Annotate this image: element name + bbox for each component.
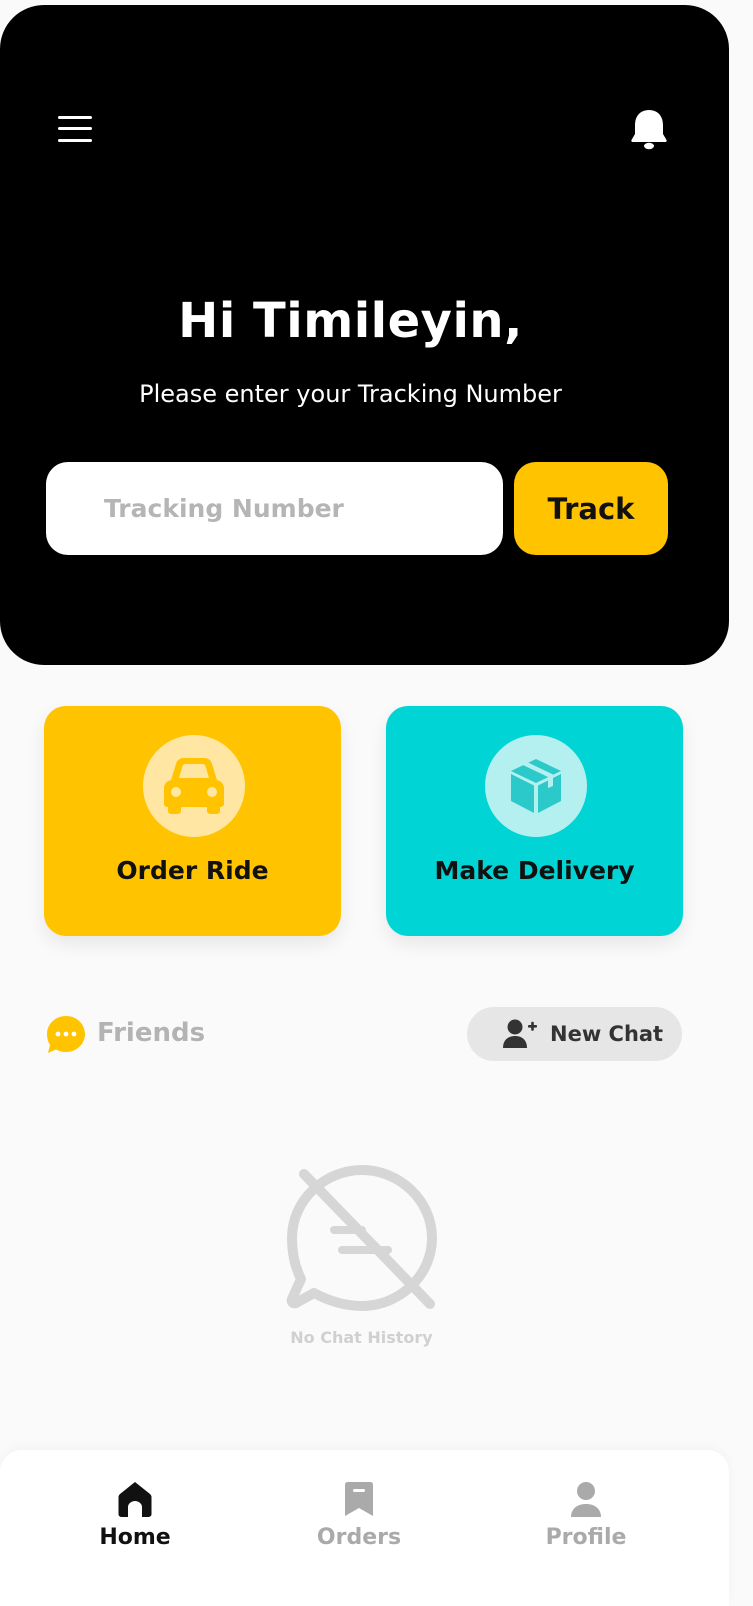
package-icon: [511, 759, 561, 813]
package-icon-circle: [485, 735, 587, 837]
empty-chat-text: No Chat History: [290, 1328, 433, 1347]
greeting-title: Hi Timileyin,: [178, 293, 523, 349]
car-icon-circle: [143, 735, 245, 837]
nav-home-label: Home: [99, 1525, 171, 1550]
friends-title: Friends: [97, 1018, 206, 1048]
bottom-nav: Home Orders Profile: [0, 1450, 729, 1606]
add-user-icon: [503, 1019, 537, 1048]
nav-orders[interactable]: Orders: [279, 1480, 439, 1570]
nav-orders-label: Orders: [316, 1525, 402, 1550]
bookmark-icon: [345, 1482, 373, 1516]
make-delivery-card[interactable]: Make Delivery: [386, 706, 683, 936]
nav-profile[interactable]: Profile: [506, 1480, 666, 1570]
make-delivery-label: Make Delivery: [434, 856, 635, 885]
car-icon: [164, 758, 224, 814]
track-button[interactable]: Track: [514, 462, 668, 555]
user-icon: [571, 1482, 601, 1517]
nav-profile-label: Profile: [545, 1525, 627, 1550]
tracking-number-input[interactable]: [46, 462, 503, 555]
new-chat-button[interactable]: New Chat: [467, 1007, 682, 1061]
tracking-prompt: Please enter your Tracking Number: [139, 380, 562, 408]
bell-icon[interactable]: [628, 107, 670, 151]
order-ride-card[interactable]: Order Ride: [44, 706, 341, 936]
chat-bubble-icon: [47, 1016, 85, 1053]
no-chat-icon: [286, 1165, 437, 1311]
home-icon: [118, 1482, 152, 1517]
menu-icon[interactable]: [56, 113, 94, 145]
new-chat-label: New Chat: [550, 1022, 664, 1046]
order-ride-label: Order Ride: [116, 856, 269, 885]
header-panel: Hi Timileyin, Please enter your Tracking…: [0, 5, 729, 665]
nav-home[interactable]: Home: [55, 1480, 215, 1570]
